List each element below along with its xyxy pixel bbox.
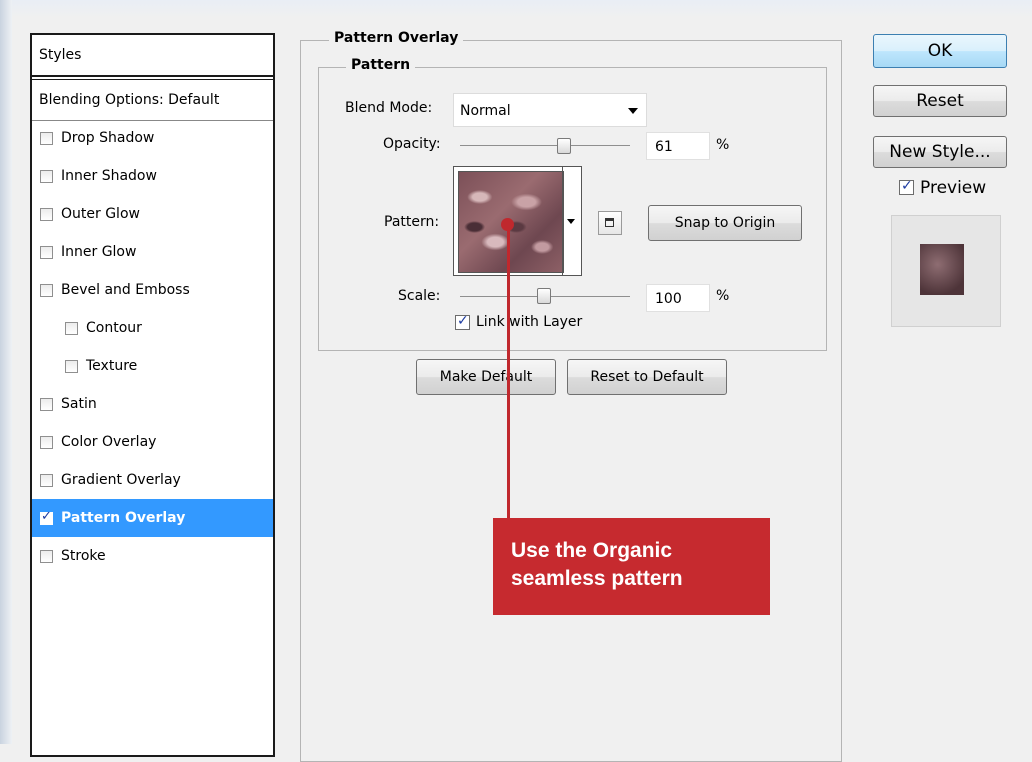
style-item-gradient-overlay[interactable]: Gradient Overlay <box>32 461 273 499</box>
style-item-texture[interactable]: Texture <box>32 347 273 385</box>
texture-checkbox[interactable] <box>65 359 78 373</box>
reset-button[interactable]: Reset <box>873 85 1007 117</box>
style-preview-thumbnail <box>891 215 1001 327</box>
window-edge <box>0 0 12 744</box>
style-item-satin[interactable]: Satin <box>32 385 273 423</box>
pattern-subgroup-title: Pattern <box>346 57 416 73</box>
styles-list-panel: Styles Blending Options: Default Drop Sh… <box>30 33 275 757</box>
stroke-checkbox[interactable] <box>40 549 53 563</box>
style-item-inner-glow[interactable]: Inner Glow <box>32 233 273 271</box>
new-style-button[interactable]: New Style... <box>873 136 1007 168</box>
make-default-button[interactable]: Make Default <box>416 359 556 395</box>
link-with-layer-label: Link with Layer <box>476 314 583 330</box>
scale-slider-thumb[interactable] <box>537 288 551 304</box>
style-item-color-overlay[interactable]: Color Overlay <box>32 423 273 461</box>
blend-mode-value: Normal <box>460 103 511 119</box>
style-item-drop-shadow[interactable]: Drop Shadow <box>32 119 273 157</box>
snap-to-origin-button[interactable]: Snap to Origin <box>648 205 802 241</box>
style-item-label: Bevel and Emboss <box>61 282 190 298</box>
blend-mode-select[interactable]: Normal <box>453 93 647 127</box>
inner-glow-checkbox[interactable] <box>40 245 53 259</box>
annotation-callout: Use the Organic seamless pattern <box>493 518 770 615</box>
new-style-label: New Style... <box>889 142 991 162</box>
style-item-label: Inner Glow <box>61 244 137 260</box>
inner-shadow-checkbox[interactable] <box>40 169 53 183</box>
opacity-input[interactable]: 61 <box>646 132 710 160</box>
style-item-bevel-emboss[interactable]: Bevel and Emboss <box>32 271 273 309</box>
scale-label: Scale: <box>398 288 441 304</box>
pattern-label: Pattern: <box>384 214 440 230</box>
styles-header[interactable]: Styles <box>32 35 273 77</box>
preview-swatch <box>920 244 964 295</box>
style-item-stroke[interactable]: Stroke <box>32 537 273 575</box>
scale-unit: % <box>716 288 730 304</box>
checkmark-icon: ✓ <box>457 313 469 329</box>
style-item-label: Inner Shadow <box>61 168 157 184</box>
style-item-pattern-overlay[interactable]: Pattern Overlay <box>32 499 273 537</box>
pattern-overlay-title: Pattern Overlay <box>329 30 464 46</box>
new-preset-icon[interactable] <box>598 211 622 235</box>
annotation-pointer-line <box>507 224 510 518</box>
pattern-dropdown-arrow-icon[interactable] <box>567 219 575 224</box>
chevron-down-icon <box>628 108 638 114</box>
opacity-unit: % <box>716 137 730 153</box>
style-item-label: Stroke <box>61 548 106 564</box>
title-strip <box>0 0 1032 18</box>
snap-to-origin-label: Snap to Origin <box>674 215 776 231</box>
style-item-outer-glow[interactable]: Outer Glow <box>32 195 273 233</box>
ok-label: OK <box>927 41 953 61</box>
style-item-label: Color Overlay <box>61 434 157 450</box>
pattern-picker[interactable] <box>453 166 582 276</box>
style-item-label: Contour <box>86 320 142 336</box>
link-with-layer-checkbox[interactable]: ✓ <box>455 313 470 330</box>
blend-mode-label: Blend Mode: <box>345 100 433 116</box>
pattern-picker-divider <box>562 167 563 275</box>
style-item-label: Outer Glow <box>61 206 140 222</box>
ok-button[interactable]: OK <box>873 34 1007 68</box>
contour-checkbox[interactable] <box>65 321 78 335</box>
blending-options-item[interactable]: Blending Options: Default <box>32 79 273 121</box>
reset-label: Reset <box>916 91 964 111</box>
gradient-overlay-checkbox[interactable] <box>40 473 53 487</box>
style-item-label: Satin <box>61 396 97 412</box>
color-overlay-checkbox[interactable] <box>40 435 53 449</box>
style-item-inner-shadow[interactable]: Inner Shadow <box>32 157 273 195</box>
outer-glow-checkbox[interactable] <box>40 207 53 221</box>
preview-label: Preview <box>920 178 987 198</box>
opacity-slider-track[interactable] <box>460 145 630 146</box>
pattern-overlay-checkbox[interactable] <box>40 509 53 525</box>
reset-to-default-button[interactable]: Reset to Default <box>567 359 727 395</box>
style-item-label: Pattern Overlay <box>61 510 186 526</box>
style-item-contour[interactable]: Contour <box>32 309 273 347</box>
checkmark-icon: ✓ <box>901 178 913 194</box>
opacity-slider-thumb[interactable] <box>557 138 571 154</box>
style-item-label: Texture <box>86 358 138 374</box>
reset-to-default-label: Reset to Default <box>590 369 704 385</box>
make-default-label: Make Default <box>439 369 533 385</box>
bevel-emboss-checkbox[interactable] <box>40 283 53 297</box>
scale-input[interactable]: 100 <box>646 284 710 312</box>
opacity-label: Opacity: <box>383 136 441 152</box>
satin-checkbox[interactable] <box>40 397 53 411</box>
style-item-label: Gradient Overlay <box>61 472 181 488</box>
style-item-label: Drop Shadow <box>61 130 155 146</box>
preview-checkbox[interactable]: ✓ <box>899 178 914 195</box>
drop-shadow-checkbox[interactable] <box>40 131 53 145</box>
